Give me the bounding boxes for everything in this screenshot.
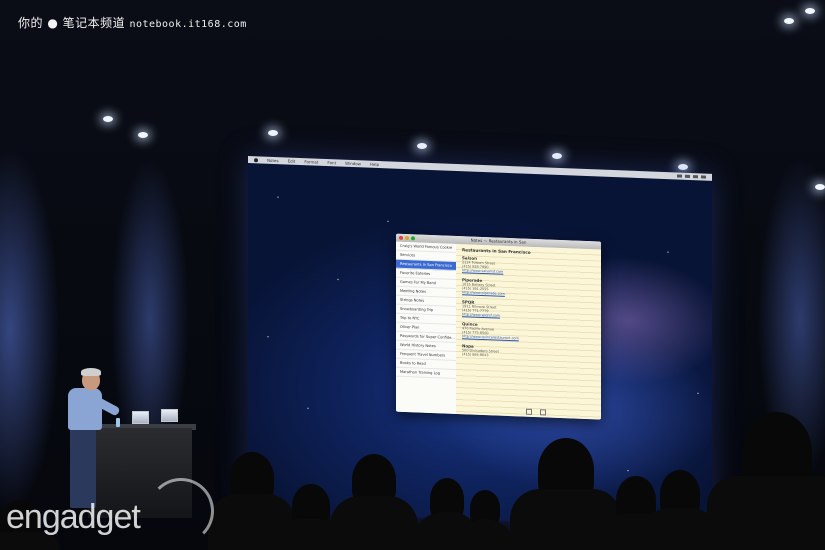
presenter-hair bbox=[81, 368, 101, 376]
engadget-logo: engadget bbox=[6, 498, 141, 536]
presenter-legs bbox=[70, 428, 96, 508]
share-icon bbox=[540, 409, 546, 416]
ceiling-light bbox=[552, 153, 562, 159]
site-watermark: 你的 ● 笔记本频道 notebook.it168.com bbox=[18, 14, 247, 31]
ceiling-light bbox=[678, 164, 688, 170]
laptop bbox=[132, 411, 149, 424]
notes-window: Notes — Restaurants in San Craig's World… bbox=[396, 233, 601, 420]
engadget-logo-ring bbox=[148, 478, 214, 544]
note-entry: SPQR 1911 Fillmore Street (415) 771-7779 ht… bbox=[462, 299, 595, 321]
note-entry: Quince 470 Pacific Avenue (415) 775-8500 ht… bbox=[462, 321, 595, 343]
note-toolbar bbox=[526, 408, 546, 416]
laptop bbox=[161, 409, 178, 422]
watermark-site-url: notebook.it168.com bbox=[129, 19, 247, 30]
projection-screen: Notes Edit Format Font Window Help Notes… bbox=[248, 156, 712, 529]
trash-icon bbox=[526, 408, 532, 415]
ceiling-light bbox=[805, 8, 815, 14]
ceiling-light bbox=[417, 143, 427, 149]
menu-item: Notes bbox=[267, 157, 279, 164]
note-entry: Saison 2124 Folsom Street (415) 828-7990 ht… bbox=[462, 255, 595, 277]
presenter bbox=[48, 368, 121, 510]
menu-item: Window bbox=[345, 160, 361, 167]
menu-item: Edit bbox=[287, 158, 296, 164]
presenter-shirt bbox=[68, 388, 102, 430]
menu-item: Help bbox=[369, 161, 380, 168]
notes-list-item: Marathon Training Log bbox=[396, 367, 456, 379]
note-entry: Nopa 560 Divisadero Street (415) 864-8643 bbox=[462, 343, 595, 361]
ceiling-light bbox=[815, 184, 825, 190]
apple-icon bbox=[254, 157, 258, 162]
audience-member-body bbox=[707, 476, 825, 550]
status-icons bbox=[677, 174, 706, 179]
note-body: Restaurants in San Francisco Saison 2124 … bbox=[456, 243, 601, 420]
watermark-site-text: 你的 ● 笔记本频道 bbox=[18, 16, 126, 30]
note-entry: Piperade 1015 Battery Street (415) 391-255… bbox=[462, 277, 595, 299]
ceiling-light bbox=[138, 132, 148, 138]
ceiling-light bbox=[784, 18, 794, 24]
note-entries: Saison 2124 Folsom Street (415) 828-7990 ht… bbox=[462, 255, 595, 361]
notes-list: Craig's World Famous Cookie Services Resta… bbox=[396, 241, 457, 415]
menu-item: Format bbox=[304, 159, 319, 165]
ceiling-light bbox=[103, 116, 113, 122]
ceiling-light bbox=[268, 130, 278, 136]
menu-item: Font bbox=[327, 160, 337, 166]
audience-member-body bbox=[330, 495, 418, 550]
